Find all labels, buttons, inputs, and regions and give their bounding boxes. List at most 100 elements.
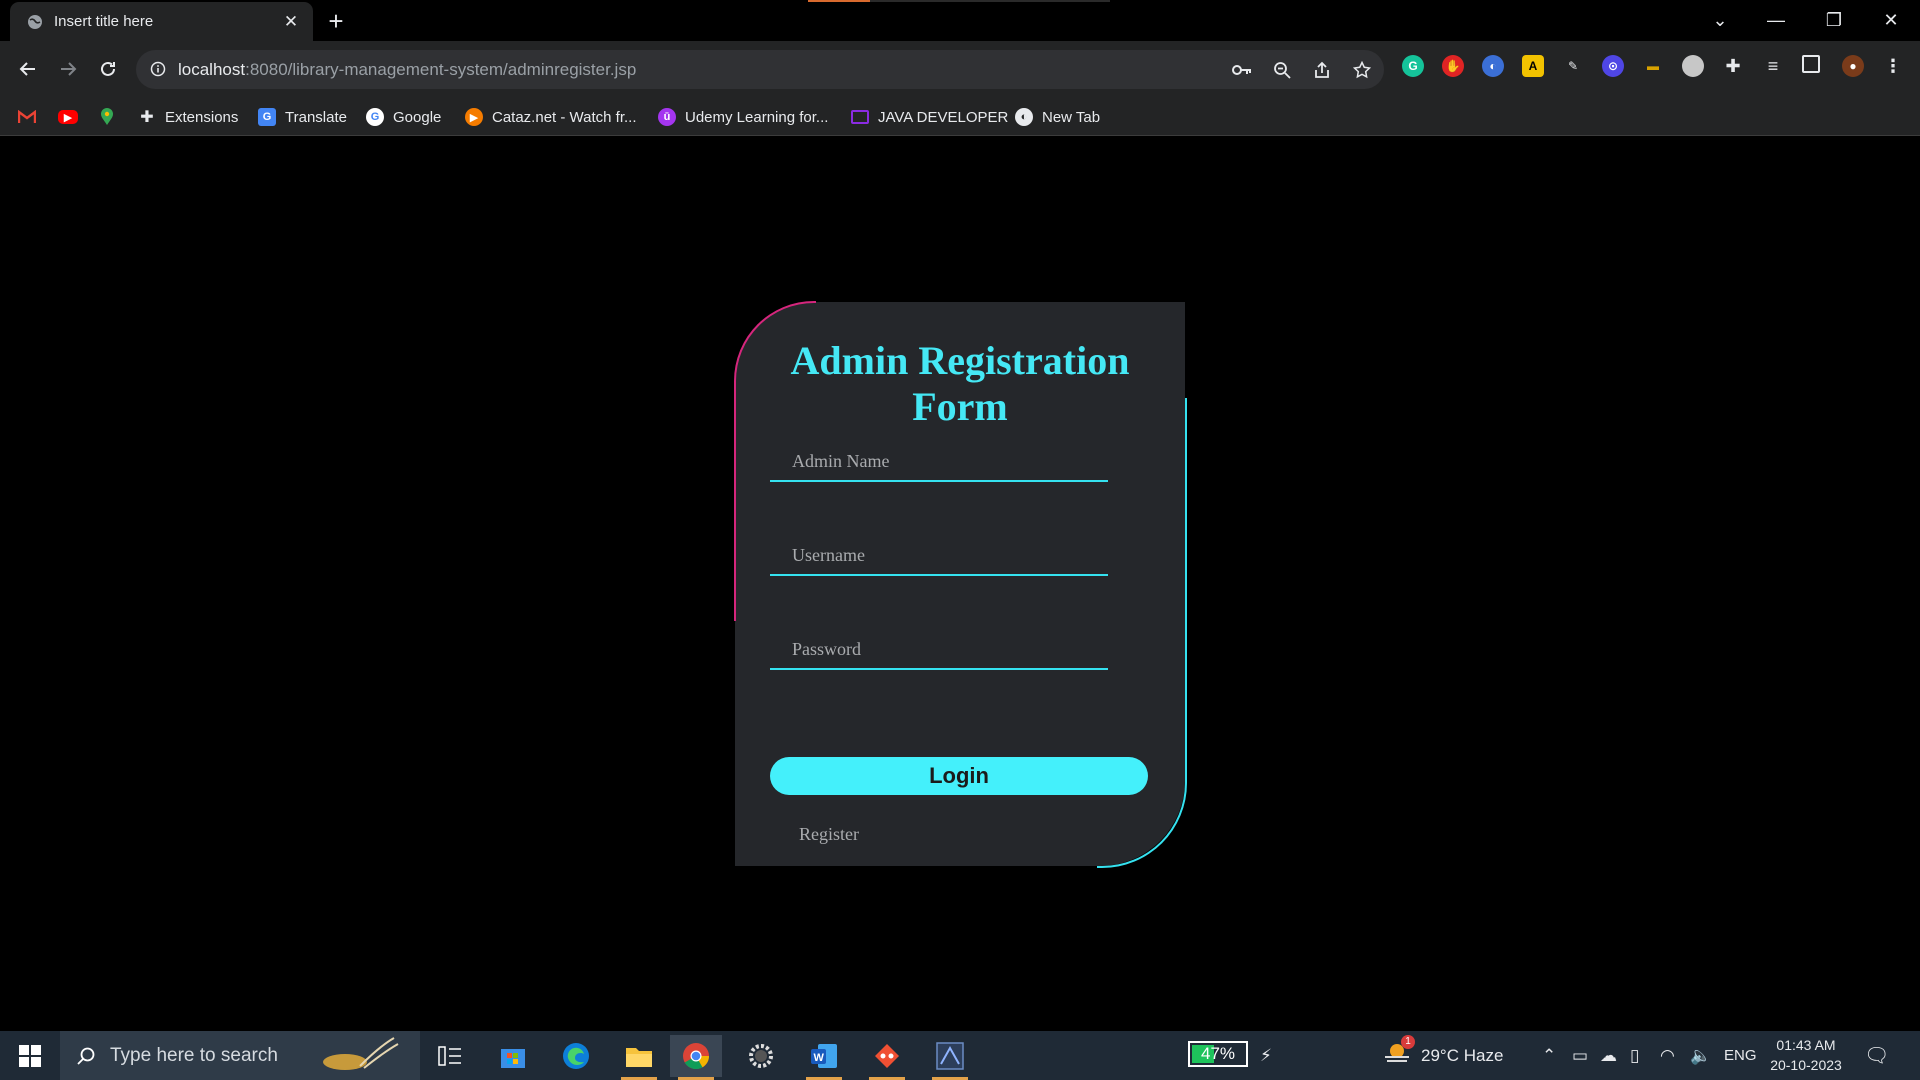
volume-icon[interactable]: 🔈 (1690, 1031, 1711, 1080)
tab-title: Insert title here (54, 13, 154, 30)
register-link[interactable]: Register (799, 824, 859, 845)
bookmark-label: Extensions (165, 108, 239, 126)
username-input[interactable] (770, 536, 1108, 574)
battery-percent: 47% (1200, 1044, 1236, 1063)
extension-grey-icon[interactable] (1682, 55, 1704, 77)
loading-track (870, 0, 1110, 2)
battery-tray-icon[interactable]: ▯ (1630, 1031, 1639, 1080)
weather-haze-icon: 1 (1383, 1035, 1415, 1070)
edge-icon[interactable] (550, 1035, 602, 1077)
wifi-icon[interactable]: ◠ (1660, 1031, 1675, 1080)
bookmark-star-icon[interactable] (1352, 60, 1372, 80)
tab-strip: Insert title here ✕ + ⌄ — ❐ ✕ (0, 0, 1920, 41)
close-window-button[interactable]: ✕ (1863, 0, 1919, 40)
card-cyan-edge (1097, 398, 1187, 868)
start-button[interactable] (0, 1031, 60, 1080)
bookmark-udemy[interactable]: ū Udemy Learning for... (658, 107, 828, 127)
tab-close-icon[interactable]: ✕ (277, 12, 305, 32)
youtube-icon: ▶ (58, 110, 78, 124)
admin-name-input[interactable] (770, 442, 1108, 480)
onedrive-cloud-icon[interactable]: ☁ (1600, 1031, 1617, 1080)
gmail-icon (18, 108, 36, 126)
avatar[interactable]: ● (1842, 55, 1864, 77)
diya-lamp-icon (320, 1036, 400, 1076)
word-icon[interactable]: W (798, 1035, 850, 1080)
translate-icon: G (258, 108, 276, 126)
eclipse-ide-icon[interactable] (924, 1035, 976, 1080)
bookmark-extensions[interactable]: ✚ Extensions (138, 107, 238, 127)
settings-gear-icon[interactable] (735, 1035, 787, 1077)
bookmark-new-tab[interactable]: ◐ New Tab (1015, 107, 1100, 127)
show-hidden-icons-icon[interactable]: ⌃ (1542, 1031, 1556, 1080)
registration-card: Admin Registration Form Login Register (734, 301, 1187, 868)
reading-list-icon[interactable]: ≡ (1762, 55, 1784, 77)
bookmark-java-developer[interactable]: JAVA DEVELOPER (851, 107, 1008, 127)
minimize-button[interactable]: — (1748, 0, 1804, 40)
microsoft-store-icon[interactable] (487, 1035, 539, 1077)
color-picker-icon[interactable]: ✎ (1562, 55, 1584, 77)
admin-name-field (770, 442, 1108, 482)
share-icon[interactable] (1312, 60, 1332, 80)
password-input[interactable] (770, 630, 1108, 668)
back-button[interactable] (14, 55, 42, 83)
puzzle-icon: ✚ (140, 109, 154, 126)
side-panel-icon[interactable] (1802, 55, 1820, 73)
bookmark-cataz[interactable]: ▶ Cataz.net - Watch fr... (465, 107, 637, 127)
svg-text:W: W (814, 1052, 825, 1064)
language-indicator[interactable]: ENG (1724, 1031, 1757, 1080)
form-title: Admin Registration Form (790, 338, 1130, 429)
new-tab-button[interactable]: + (321, 8, 351, 34)
bookmark-gmail[interactable] (18, 107, 45, 127)
task-view-icon[interactable] (424, 1035, 476, 1077)
globe-icon: ◐ (1015, 108, 1033, 126)
adblock-icon[interactable]: ✋ (1442, 55, 1464, 77)
extension-yellow-icon[interactable]: A (1522, 55, 1544, 77)
google-icon: G (366, 108, 384, 126)
restore-button[interactable]: ❐ (1806, 0, 1862, 40)
weather-widget[interactable]: 1 29°C Haze (1383, 1031, 1503, 1080)
password-field (770, 630, 1108, 670)
git-tool-icon[interactable] (861, 1035, 913, 1080)
bookmark-youtube[interactable]: ▶ (58, 107, 87, 127)
power-plug-icon[interactable]: ⚡ (1260, 1031, 1272, 1080)
clock-date: 20-10-2023 (1770, 1057, 1842, 1073)
url-text[interactable]: localhost:8080/library-management-system… (178, 60, 636, 80)
zoom-out-icon[interactable] (1272, 60, 1292, 80)
bookmark-maps[interactable] (98, 107, 125, 127)
search-icon (76, 1046, 96, 1066)
tab-search-icon[interactable]: ⌄ (1692, 0, 1748, 40)
system-clock[interactable]: 01:43 AM 20-10-2023 (1768, 1035, 1844, 1075)
globe-icon (26, 13, 44, 31)
forward-button[interactable] (54, 55, 82, 83)
extensions-puzzle-icon[interactable]: ✚ (1722, 55, 1744, 77)
bookmarks-bar: ▶ ✚ Extensions G Translate G Google ▶ Ca… (0, 98, 1920, 136)
monitor-icon (851, 110, 869, 124)
bookmark-google[interactable]: G Google (366, 107, 441, 127)
site-info-icon[interactable] (150, 61, 166, 82)
extension-eyes-icon[interactable]: ⊙ (1602, 55, 1624, 77)
tab-active[interactable]: Insert title here ✕ (10, 2, 313, 41)
notifications-icon[interactable]: 🗨 (1864, 1031, 1889, 1080)
chrome-icon[interactable] (670, 1035, 722, 1080)
battery-indicator[interactable]: 47% (1188, 1041, 1248, 1067)
bookmark-label: JAVA DEVELOPER (878, 108, 1009, 126)
address-bar[interactable]: localhost:8080/library-management-system… (136, 50, 1384, 89)
reload-button[interactable] (94, 55, 122, 83)
bookmark-translate[interactable]: G Translate (258, 107, 347, 127)
windows-logo-icon (19, 1044, 41, 1067)
meet-now-icon[interactable]: ▭ (1572, 1031, 1588, 1080)
maps-icon (98, 108, 116, 126)
key-icon[interactable] (1232, 60, 1252, 80)
weather-text: 29°C Haze (1421, 1045, 1504, 1065)
menu-kebab-icon[interactable]: ⋮ (1882, 55, 1904, 77)
play-icon: ▶ (465, 108, 483, 126)
clock-time: 01:43 AM (1776, 1037, 1836, 1053)
file-explorer-icon[interactable] (613, 1035, 665, 1080)
url-host: localhost (178, 60, 246, 79)
login-button[interactable]: Login (770, 757, 1148, 795)
grammarly-icon[interactable]: G (1402, 55, 1424, 77)
taskbar-search[interactable]: Type here to search (60, 1031, 420, 1080)
extension-hat-icon[interactable]: ▬ (1642, 55, 1664, 77)
extension-blue-icon[interactable]: ◐ (1482, 55, 1504, 77)
bookmark-label: Udemy Learning for... (685, 108, 829, 126)
